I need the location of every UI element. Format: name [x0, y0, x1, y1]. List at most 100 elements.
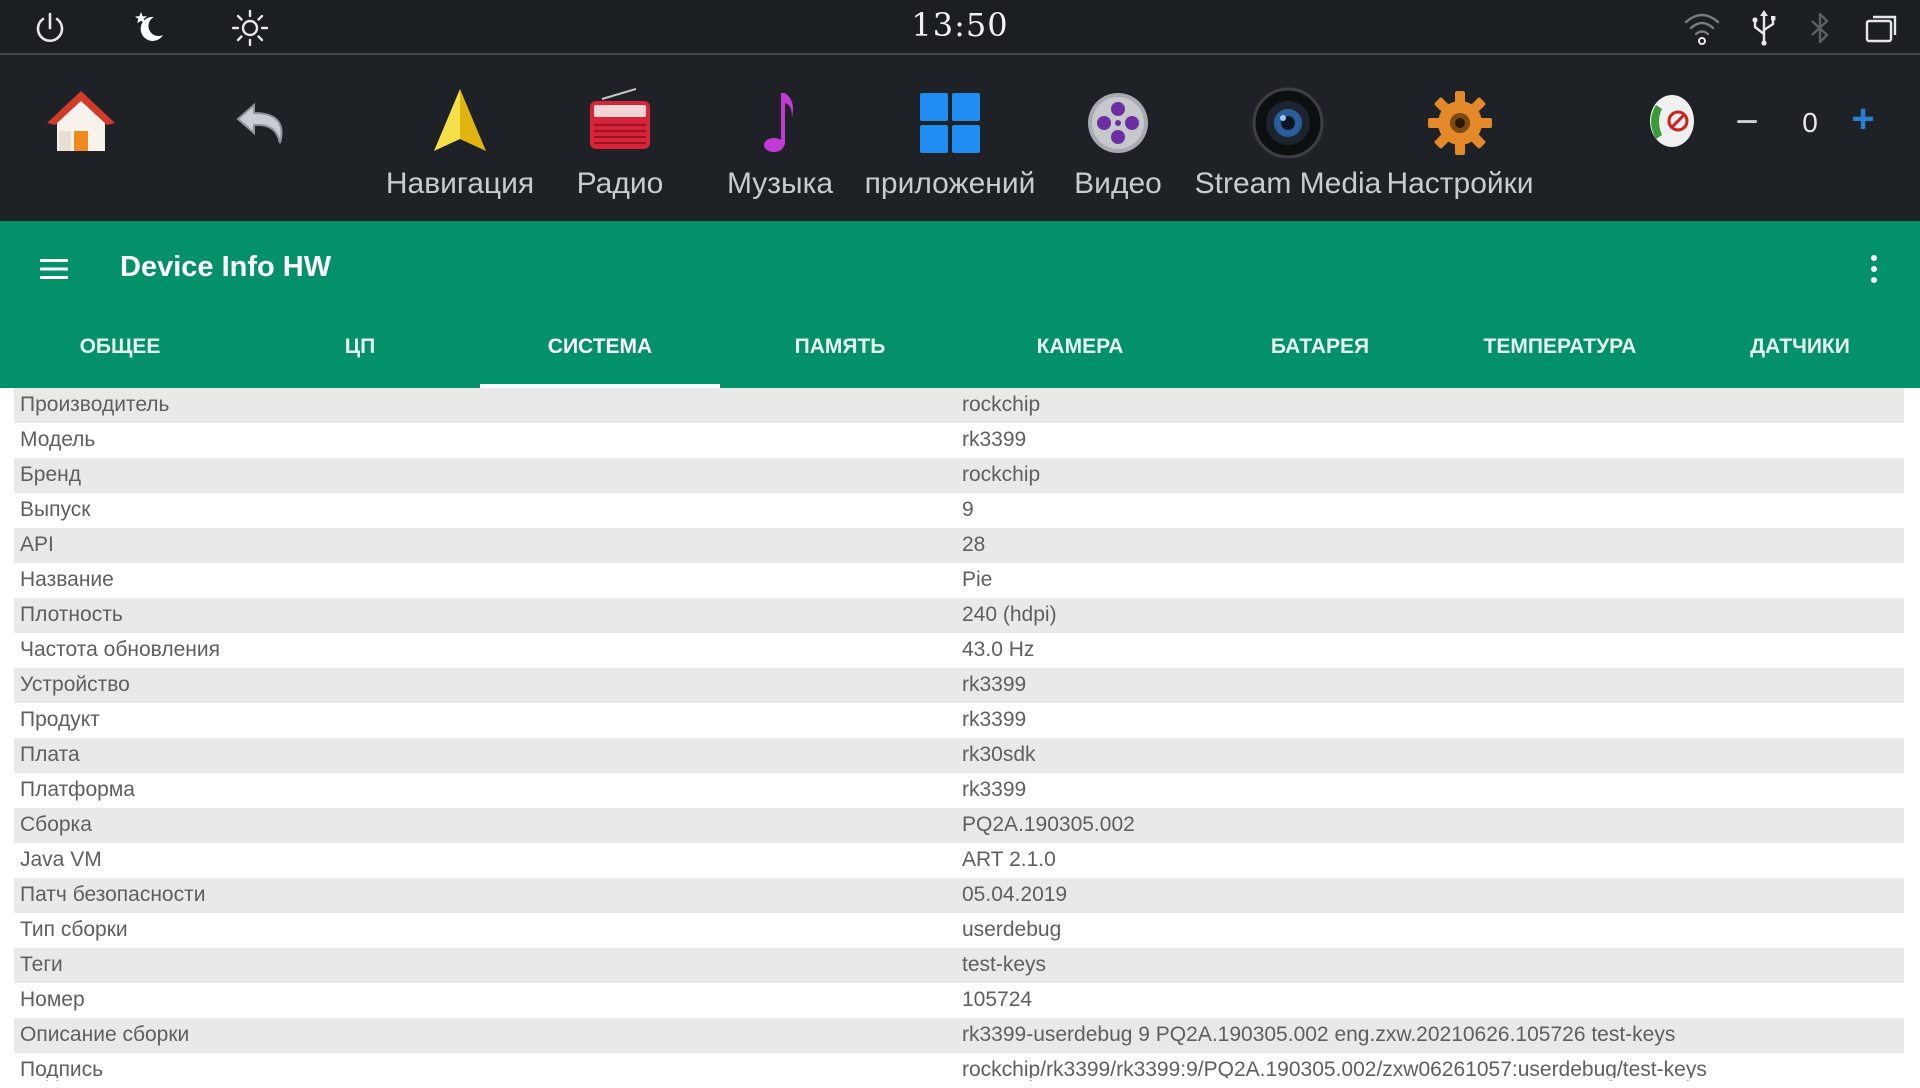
row-key: Плата — [20, 743, 80, 766]
home-icon — [41, 83, 121, 163]
overflow-menu-icon[interactable] — [1856, 251, 1892, 287]
volume-control: − 0 + — [1630, 55, 1920, 221]
table-row: Бренд rockchip — [14, 458, 1904, 493]
launcher-navigation[interactable]: Навигация — [380, 55, 540, 221]
row-key: Описание сборки — [20, 1023, 190, 1046]
row-value: 05.04.2019 — [962, 883, 1068, 906]
status-bar: 13:50 — [0, 0, 1920, 55]
tab-cpu[interactable]: ЦП — [240, 329, 480, 388]
launcher-label: Stream Media — [1194, 167, 1382, 200]
row-key: Модель — [20, 428, 96, 451]
table-row: Плотность 240 (hdpi) — [14, 598, 1904, 633]
row-value: 43.0 Hz — [962, 638, 1035, 661]
row-key: Тип сборки — [20, 918, 128, 941]
tab-general[interactable]: ОБЩЕЕ — [0, 329, 240, 388]
volume-muted-icon[interactable] — [1640, 91, 1700, 151]
launcher-apps[interactable]: приложений — [860, 55, 1040, 221]
row-value: 9 — [962, 498, 974, 521]
row-key: Производитель — [20, 393, 170, 416]
volume-value: 0 — [1802, 107, 1818, 138]
tab-memory[interactable]: ПАМЯТЬ — [720, 329, 960, 388]
power-icon[interactable] — [30, 8, 70, 48]
radio-icon — [580, 83, 660, 163]
launcher-music[interactable]: Музыка — [720, 55, 840, 221]
launcher-label: Радио — [576, 167, 664, 200]
row-value: test-keys — [962, 953, 1047, 976]
system-info-table: Производитель rockchip Модель rk3399 Бренд… — [14, 388, 1904, 1088]
table-row: Платформа rk3399 — [14, 773, 1904, 808]
navigation-icon — [420, 83, 500, 163]
row-value: rk3399 — [962, 708, 1027, 731]
table-row: Тип сборки userdebug — [14, 913, 1904, 948]
row-value: rockchip — [962, 393, 1041, 416]
clock: 13:50 — [911, 6, 1009, 44]
table-row: Плата rk30sdk — [14, 738, 1904, 773]
launcher-label: приложений — [864, 167, 1036, 200]
table-row: Название Pie — [14, 563, 1904, 598]
row-key: Теги — [20, 953, 63, 976]
table-row: Производитель rockchip — [14, 388, 1904, 423]
row-key: Патч безопасности — [20, 883, 206, 906]
row-key: API — [20, 533, 54, 556]
tab-sensors[interactable]: ДАТЧИКИ — [1680, 329, 1920, 388]
hamburger-menu-icon[interactable] — [38, 253, 70, 285]
row-value: rk30sdk — [962, 743, 1036, 766]
row-value: rk3399 — [962, 778, 1027, 801]
stream-media-icon — [1248, 83, 1328, 163]
launcher-label: Навигация — [385, 167, 535, 200]
launcher-label: Музыка — [726, 167, 834, 200]
row-value: PQ2A.190305.002 — [962, 813, 1135, 836]
table-row: Сборка PQ2A.190305.002 — [14, 808, 1904, 843]
row-value: Pie — [962, 568, 993, 591]
bluetooth-icon — [1800, 8, 1840, 48]
volume-down-button[interactable]: − — [1722, 100, 1772, 145]
row-value: userdebug — [962, 918, 1062, 941]
table-row: Продукт rk3399 — [14, 703, 1904, 738]
row-key: Платформа — [20, 778, 135, 801]
row-key: Номер — [20, 988, 85, 1011]
usb-icon — [1744, 8, 1784, 48]
table-row: Подпись rockchip/rk3399/rk3399:9/PQ2A.190… — [14, 1053, 1904, 1088]
launcher-radio[interactable]: Радио — [560, 55, 680, 221]
row-value: ART 2.1.0 — [962, 848, 1056, 871]
tab-system[interactable]: СИСТЕМА — [480, 329, 720, 388]
app-toolbar: Device Info HW ОБЩЕЕ ЦП СИСТЕМА ПАМЯТЬ К… — [0, 221, 1920, 388]
launcher-video[interactable]: Видео — [1060, 55, 1176, 221]
launcher-settings[interactable]: Настройки — [1384, 55, 1536, 221]
back-icon — [226, 83, 306, 163]
row-key: Частота обновления — [20, 638, 220, 661]
launcher-label: Настройки — [1386, 167, 1534, 200]
row-key: Бренд — [20, 463, 81, 486]
recent-apps-icon[interactable] — [1862, 8, 1902, 48]
table-row: Номер 105724 — [14, 983, 1904, 1018]
table-row: Выпуск 9 — [14, 493, 1904, 528]
table-row: Описание сборки rk3399-userdebug 9 PQ2A.1… — [14, 1018, 1904, 1053]
row-value: 240 (hdpi) — [962, 603, 1057, 626]
wifi-icon — [1682, 8, 1722, 48]
apps-grid-icon — [910, 83, 990, 163]
brightness-icon[interactable] — [230, 8, 270, 48]
table-row: Частота обновления 43.0 Hz — [14, 633, 1904, 668]
table-row: Теги test-keys — [14, 948, 1904, 983]
table-row: Устройство rk3399 — [14, 668, 1904, 703]
row-value: rk3399 — [962, 428, 1027, 451]
night-mode-icon[interactable] — [130, 8, 170, 48]
row-key: Java VM — [20, 848, 102, 871]
table-row: Патч безопасности 05.04.2019 — [14, 878, 1904, 913]
launcher-back[interactable] — [205, 55, 327, 221]
music-icon — [740, 83, 820, 163]
table-row: Java VM ART 2.1.0 — [14, 843, 1904, 878]
row-value: 28 — [962, 533, 986, 556]
row-value: rk3399 — [962, 673, 1027, 696]
table-row: Модель rk3399 — [14, 423, 1904, 458]
tab-camera[interactable]: КАМЕРА — [960, 329, 1200, 388]
row-value: rk3399-userdebug 9 PQ2A.190305.002 eng.z… — [962, 1023, 1676, 1046]
row-key: Сборка — [20, 813, 92, 836]
row-value: 105724 — [962, 988, 1033, 1011]
row-key: Название — [20, 568, 114, 591]
volume-up-button[interactable]: + — [1838, 97, 1888, 142]
launcher-home[interactable] — [20, 55, 142, 221]
tab-battery[interactable]: БАТАРЕЯ — [1200, 329, 1440, 388]
tab-temperature[interactable]: ТЕМПЕРАТУРА — [1440, 329, 1680, 388]
launcher-stream-media[interactable]: Stream Media — [1192, 55, 1384, 221]
